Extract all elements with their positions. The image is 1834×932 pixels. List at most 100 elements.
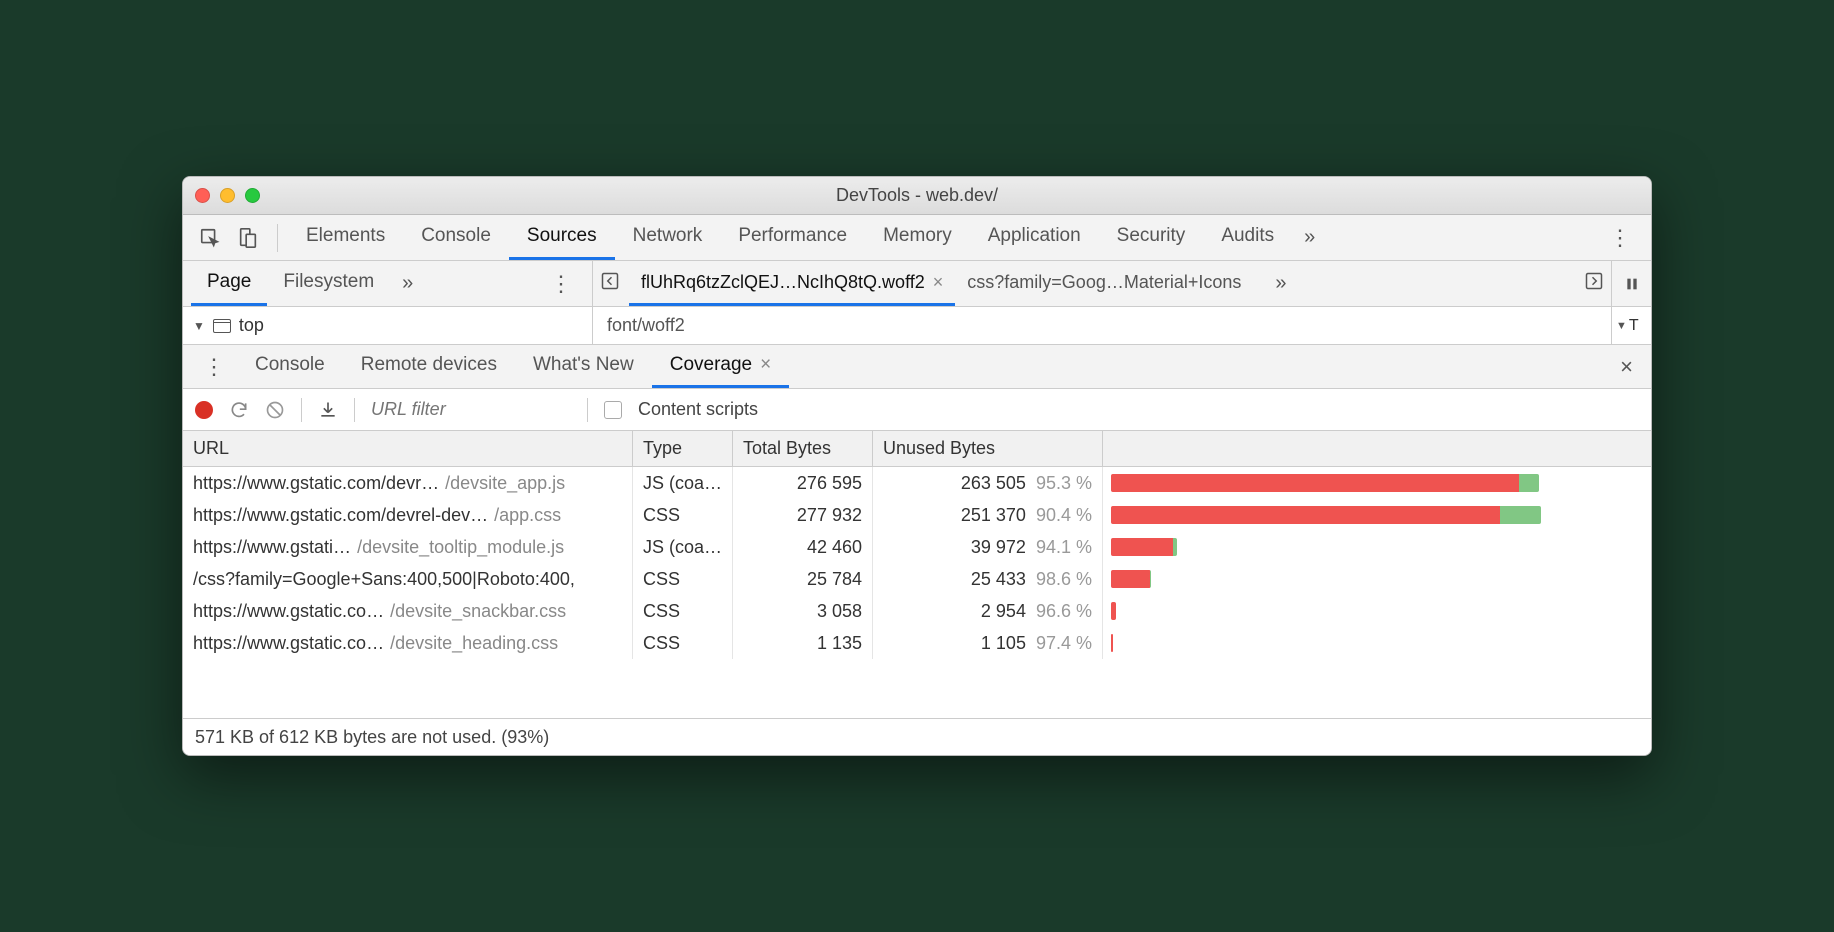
reload-icon[interactable]	[229, 400, 249, 420]
drawer-tab-coverage[interactable]: Coverage×	[652, 345, 790, 388]
coverage-row[interactable]: https://www.gstatic.com/devr… /devsite_ap…	[183, 467, 1651, 499]
url-filter-input[interactable]	[371, 399, 571, 420]
coverage-toolbar: Content scripts	[183, 389, 1651, 431]
row-unused-bytes: 263 505	[961, 473, 1026, 494]
drawer-tab-console[interactable]: Console	[237, 345, 343, 388]
header-type[interactable]: Type	[633, 431, 733, 466]
row-url-prefix: https://www.gstatic.com/devr…	[193, 473, 439, 494]
header-total[interactable]: Total Bytes	[733, 431, 873, 466]
file-tab[interactable]: flUhRq6tzZclQEJ…NcIhQ8tQ.woff2×	[629, 261, 955, 306]
separator	[354, 398, 355, 422]
drawer-menu-icon[interactable]: ⋮	[191, 354, 237, 380]
row-usage-bar	[1103, 563, 1651, 595]
row-usage-bar	[1103, 467, 1651, 499]
close-tab-icon[interactable]: ×	[933, 272, 944, 293]
coverage-table-body: https://www.gstatic.com/devr… /devsite_ap…	[183, 467, 1651, 659]
record-button[interactable]	[195, 401, 213, 419]
tab-security[interactable]: Security	[1099, 215, 1204, 260]
tab-performance[interactable]: Performance	[720, 215, 865, 260]
sources-subheader: PageFilesystem » ⋮ flUhRq6tzZclQEJ…NcIhQ…	[183, 261, 1651, 307]
row-type: JS (coa…	[633, 467, 733, 499]
row-url-prefix: /css?family=Google+Sans:400,500|Roboto:4…	[193, 569, 575, 590]
export-icon[interactable]	[318, 400, 338, 420]
debugger-pause-icon[interactable]	[1611, 261, 1651, 306]
coverage-row[interactable]: /css?family=Google+Sans:400,500|Roboto:4…	[183, 563, 1651, 595]
row-url-suffix: /app.css	[494, 505, 561, 526]
debugger-side-panel[interactable]: ▼ T	[1611, 307, 1651, 344]
device-toolbar-icon[interactable]	[233, 223, 263, 253]
row-type: CSS	[633, 627, 733, 659]
row-url-prefix: https://www.gstatic.com/devrel-dev…	[193, 505, 488, 526]
tab-audits[interactable]: Audits	[1203, 215, 1292, 260]
header-visualization[interactable]	[1103, 431, 1651, 466]
coverage-row[interactable]: https://www.gstati… /devsite_tooltip_modu…	[183, 531, 1651, 563]
row-unused-bytes: 2 954	[981, 601, 1026, 622]
devtools-menu-icon[interactable]: ⋮	[1597, 225, 1643, 251]
row-unused-percent: 96.6 %	[1036, 601, 1092, 622]
row-usage-bar	[1103, 627, 1651, 659]
tab-network[interactable]: Network	[615, 215, 721, 260]
status-text: 571 KB of 612 KB bytes are not used. (93…	[195, 727, 549, 748]
row-usage-bar	[1103, 531, 1651, 563]
coverage-row[interactable]: https://www.gstatic.co…/devsite_heading.…	[183, 627, 1651, 659]
header-unused[interactable]: Unused Bytes	[873, 431, 1103, 466]
row-url-prefix: https://www.gstati…	[193, 537, 351, 558]
inspect-element-icon[interactable]	[195, 223, 225, 253]
devtools-window: DevTools - web.dev/ ElementsConsoleSourc…	[182, 176, 1652, 756]
main-tab-bar: ElementsConsoleSourcesNetworkPerformance…	[183, 215, 1651, 261]
row-total-bytes: 276 595	[733, 467, 873, 499]
navigator-menu-icon[interactable]: ⋮	[538, 271, 584, 297]
coverage-table-header: URL Type Total Bytes Unused Bytes	[183, 431, 1651, 467]
drawer-tab-what-s-new[interactable]: What's New	[515, 345, 652, 388]
row-type: CSS	[633, 499, 733, 531]
separator	[301, 398, 302, 422]
tab-application[interactable]: Application	[970, 215, 1099, 260]
row-unused-bytes: 39 972	[971, 537, 1026, 558]
drawer-tab-remote-devices[interactable]: Remote devices	[343, 345, 515, 388]
nav-forward-icon[interactable]	[1585, 272, 1603, 296]
coverage-row[interactable]: https://www.gstatic.com/devrel-dev… /app.…	[183, 499, 1651, 531]
tab-memory[interactable]: Memory	[865, 215, 970, 260]
row-unused-percent: 95.3 %	[1036, 473, 1092, 494]
content-scripts-checkbox[interactable]	[604, 401, 622, 419]
row-total-bytes: 25 784	[733, 563, 873, 595]
titlebar: DevTools - web.dev/	[183, 177, 1651, 215]
drawer-tab-bar: ⋮ ConsoleRemote devicesWhat's NewCoverag…	[183, 345, 1651, 389]
row-total-bytes: 3 058	[733, 595, 873, 627]
row-unused-bytes: 251 370	[961, 505, 1026, 526]
separator	[277, 224, 278, 252]
tab-elements[interactable]: Elements	[288, 215, 403, 260]
row-usage-bar	[1103, 499, 1651, 531]
clear-icon[interactable]	[265, 400, 285, 420]
file-content-type: font/woff2	[593, 307, 1611, 344]
coverage-status-bar: 571 KB of 612 KB bytes are not used. (93…	[183, 719, 1651, 755]
row-url-suffix: /devsite_app.js	[445, 473, 565, 494]
row-type: CSS	[633, 595, 733, 627]
tab-sources[interactable]: Sources	[509, 215, 615, 260]
close-window-button[interactable]	[195, 188, 210, 203]
maximize-window-button[interactable]	[245, 188, 260, 203]
navigator-tab-filesystem[interactable]: Filesystem	[267, 261, 390, 306]
tree-top-label: top	[239, 315, 264, 336]
row-usage-bar	[1103, 595, 1651, 627]
separator	[587, 398, 588, 422]
tab-console[interactable]: Console	[403, 215, 509, 260]
more-navigator-tabs-icon[interactable]: »	[390, 272, 425, 295]
nav-back-icon[interactable]	[601, 272, 619, 296]
more-tabs-icon[interactable]: »	[1292, 226, 1327, 249]
file-tab[interactable]: css?family=Goog…Material+Icons	[955, 261, 1253, 306]
file-tree[interactable]: ▼ top	[183, 307, 593, 344]
coverage-row[interactable]: https://www.gstatic.co…/devsite_snackbar…	[183, 595, 1651, 627]
minimize-window-button[interactable]	[220, 188, 235, 203]
header-url[interactable]: URL	[183, 431, 633, 466]
row-url-suffix: /devsite_tooltip_module.js	[357, 537, 564, 558]
more-file-tabs-icon[interactable]: »	[1263, 272, 1298, 295]
table-empty-space	[183, 659, 1651, 719]
tree-collapse-icon[interactable]: ▼	[193, 319, 205, 333]
navigator-tab-page[interactable]: Page	[191, 261, 267, 306]
row-total-bytes: 42 460	[733, 531, 873, 563]
row-unused-percent: 97.4 %	[1036, 633, 1092, 654]
close-drawer-icon[interactable]: ×	[1610, 354, 1643, 380]
close-drawer-tab-icon[interactable]: ×	[760, 354, 771, 376]
window-title: DevTools - web.dev/	[195, 185, 1639, 206]
